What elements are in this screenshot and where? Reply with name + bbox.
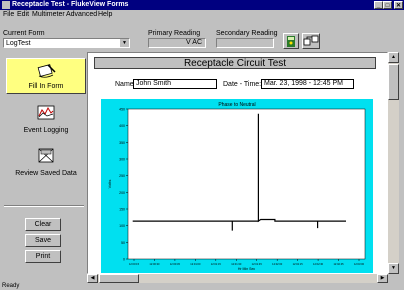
datetime-label: Date - Time: <box>223 81 262 88</box>
x-tick-label: 12:01:45 <box>252 262 263 266</box>
y-tick-label: 400 <box>119 124 125 128</box>
event-logging-label: Event Logging <box>23 127 69 134</box>
scroll-down-button[interactable]: ▼ <box>388 263 399 274</box>
x-tick-label: 12:02:15 <box>293 262 304 266</box>
scroll-up-button[interactable]: ▲ <box>388 52 399 63</box>
y-tick-label: 100 <box>119 224 125 228</box>
app-icon[interactable] <box>2 1 10 9</box>
status-text: Ready <box>2 283 20 289</box>
x-tick-label: 12:01:15 <box>211 262 222 266</box>
review-saved-data-button[interactable]: Review Saved Data <box>6 144 86 180</box>
menu-advanced[interactable]: Advanced <box>66 11 97 18</box>
y-tick-label: 50 <box>121 241 125 245</box>
menu-file[interactable]: File <box>3 11 14 18</box>
chart-panel: Phase to Neutral 450 400 350 300 250 200 150 100… <box>101 99 373 273</box>
window-title: Receptacle Test - FlukeView Forms <box>12 1 129 8</box>
review-saved-data-label: Review Saved Data <box>15 170 77 177</box>
x-tick-label: 12:03:00 <box>354 262 365 266</box>
name-field[interactable]: John Smith <box>133 79 217 89</box>
x-tick-label: 12:01:30 <box>231 262 242 266</box>
secondary-reading-display <box>216 38 274 48</box>
fill-form-icon <box>37 64 56 78</box>
clear-button[interactable]: Clear <box>25 218 61 231</box>
y-tick-label: 300 <box>119 158 125 162</box>
chart-title: Phase to Neutral <box>218 102 255 108</box>
menu-help[interactable]: Help <box>98 11 112 18</box>
minimize-button[interactable]: _ <box>374 1 383 9</box>
form-panel: Receptacle Circuit Test Name: John Smith… <box>87 52 388 274</box>
x-tick-label: 12:00:30 <box>149 262 160 266</box>
chevron-down-icon[interactable]: ▼ <box>120 39 129 47</box>
scroll-left-button[interactable]: ◀ <box>87 274 98 283</box>
datetime-field[interactable]: Mar. 23, 1998 - 12:45 PM <box>261 79 354 89</box>
save-button[interactable]: Save <box>25 234 61 247</box>
y-tick-label: 150 <box>119 208 125 212</box>
current-form-label: Current Form <box>3 30 45 37</box>
meter-icon[interactable] <box>283 33 299 49</box>
fill-in-form-button[interactable]: Fill In Form <box>6 58 86 94</box>
sidebar: Fill In Form Event Logging Review Saved … <box>0 52 86 276</box>
primary-reading-label: Primary Reading <box>148 30 201 37</box>
vertical-scrollbar[interactable]: ▲ ▼ <box>388 52 399 274</box>
x-tick-label: 12:01:00 <box>190 262 201 266</box>
status-bar: Ready <box>0 283 404 290</box>
x-tick-label: 12:02:00 <box>272 262 283 266</box>
menu-edit[interactable]: Edit <box>17 11 29 18</box>
menu-bar: File Edit Multimeter Advanced Help <box>0 10 404 20</box>
print-button[interactable]: Print <box>25 250 61 263</box>
y-tick-label: 450 <box>119 108 125 112</box>
close-button[interactable]: ✕ <box>394 1 403 9</box>
x-tick-label: 12:00:45 <box>170 262 181 266</box>
fill-in-form-label: Fill In Form <box>28 83 64 90</box>
current-form-select[interactable]: LogTest ▼ <box>3 38 130 48</box>
chart-svg: Phase to Neutral 450 400 350 300 250 200 150 100… <box>107 102 366 271</box>
menu-multimeter[interactable]: Multimeter <box>32 11 65 18</box>
y-axis-label: Volts <box>107 180 112 189</box>
connect-icon[interactable] <box>302 33 320 49</box>
form-title: Receptacle Circuit Test <box>94 57 376 69</box>
event-logging-icon <box>37 105 55 120</box>
x-tick-label: 12:00:15 <box>129 262 140 266</box>
sidebar-divider <box>4 205 84 207</box>
review-data-icon <box>38 148 54 163</box>
y-tick-label: 350 <box>119 141 125 145</box>
horizontal-scrollbar[interactable]: ◀ ▶ <box>87 274 388 283</box>
y-tick-label: 200 <box>119 191 125 195</box>
x-tick-label: 12:02:30 <box>313 262 324 266</box>
event-logging-button[interactable]: Event Logging <box>6 101 86 137</box>
y-tick-label: 0 <box>123 258 125 262</box>
primary-reading-display: V AC <box>148 38 206 48</box>
title-bar: Receptacle Test - FlukeView Forms _ □ ✕ <box>0 0 404 10</box>
current-form-value: LogTest <box>6 40 31 47</box>
y-tick-label: 250 <box>119 174 125 178</box>
maximize-button[interactable]: □ <box>383 1 392 9</box>
secondary-reading-label: Secondary Reading <box>216 30 278 37</box>
scroll-thumb[interactable] <box>388 64 399 100</box>
scroll-right-button[interactable]: ▶ <box>377 274 388 283</box>
x-tick-label: 12:02:45 <box>333 262 344 266</box>
hscroll-thumb[interactable] <box>99 274 139 283</box>
x-axis-label: Hr Min Sec <box>238 267 256 271</box>
plot-area <box>127 108 366 260</box>
